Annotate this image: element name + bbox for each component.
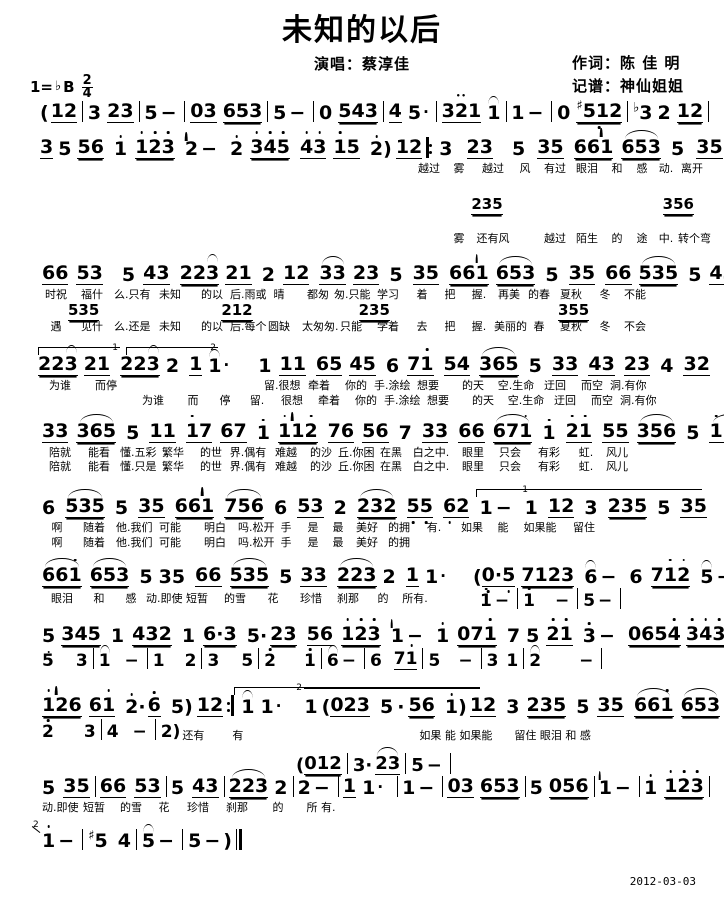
lyric-row-2: 啊随着 他.我们 可能 明白 吗.松开 手是最 美好 的拥 — [51, 535, 411, 549]
repeat-close-icon — [227, 695, 235, 717]
note-row: 33 365 5 11 17 67 1 112 76 56 7 33 66 671 1 21 5… — [16, 413, 724, 443]
lyric-row-1: 为谁 而停 留.很想 牵着 你的 手.涂绘 想要 的天 空.生命 迂回 而空 洞.有你 — [49, 379, 647, 392]
music-system-1: (12 323 5− 03653 5− 0543 45· 3211 1− 0♯5… — [0, 96, 724, 123]
lyric-row-1: 陪就 能看 懂.五彩 繁华 的世 界.偶有 难越 的沙 丘.你困 在黑 白之中. 眼里 只会… — [49, 445, 628, 459]
page-title: 未知的以后 — [282, 13, 442, 48]
volta-1: 1 — [476, 485, 530, 508]
music-system-9: 2 126 61 2 · 6 5) 12 1 1 · 1(023 5 · 56 1) 12 3 23… — [0, 683, 724, 741]
note-row: 3 5 56 1 123 2− 2 345 43 15 2) 12 3 23 5 35 661 6… — [40, 130, 723, 160]
volta-2: 2 — [126, 343, 218, 367]
lyricist-credit: 作词：陈 佳 明 — [571, 54, 681, 72]
note-row-upper: (012 3 · 23 5− — [16, 747, 714, 776]
music-system-10: (012 3 · 23 5− 5 35 66 53 5 43 223 2 2− 1 1 · 1−… — [0, 747, 724, 815]
note-row: 223 21 223 2 1 1 · 1 11 65 45 6 71 54 365 5 33 43… — [38, 347, 710, 377]
volta-extension — [304, 687, 480, 689]
volta-brackets: 2 — [16, 683, 714, 696]
alt-note-row: 235 356 — [471, 194, 694, 215]
final-barline-icon — [235, 829, 242, 851]
repeat-open-icon — [426, 137, 433, 159]
music-system-11: 2 1 − ♯5 4 5− 5−) — [0, 821, 724, 851]
alt-note-row: 535 212 235 355 — [68, 301, 590, 322]
music-system-3: 66 53 5 43 223 21 2 12 33 23 5 35 661 653 5 35 6… — [0, 255, 724, 335]
transcription-date: 2012-03-03 — [629, 875, 696, 888]
time-signature: 2 4 — [81, 74, 93, 102]
volta-brackets: 1 2 — [16, 343, 714, 357]
note-row: 2 1 − ♯5 4 5− 5−) — [16, 821, 714, 851]
volta-1: 1 — [38, 343, 120, 367]
transcriber-credit: 记谱：神仙姐姐 — [571, 77, 684, 96]
lyric-row-1: 动.即使 短暂 的雪 花珍惜 刹那 的 所 有. — [42, 801, 336, 815]
lyric-row-2: 雾还有风 越过 陌生的途中. 转个弯 — [453, 231, 712, 245]
note-row: 5 35 66 53 5 43 223 2 2− 1 1 · 1− 03 653 5 056 1… — [42, 769, 709, 800]
credits-block: 作词：陈 佳 明 记谱：神仙姐姐 — [572, 52, 684, 99]
music-system-7: 661 653 5 35 66 535 5 33 223 2 1 1 · (0·5 7123 6… — [0, 557, 724, 609]
note-row: 126 61 2 · 6 5) 12 1 1 · 1(023 5 · 56 1) 12 3 235 … — [42, 688, 721, 719]
lyric-row-1: 时祝 福什 么.只有 未知 的以 后.雨或 晴都匆 匆.只能 学习着把 握. 再美 的春 夏秋… — [45, 287, 646, 301]
key-signature: 1= ♭ B 2 4 — [30, 73, 93, 102]
music-system-4: 1 2 223 21 223 2 1 1 · 1 11 65 45 6 71 54 365 53… — [0, 343, 724, 408]
note-row: (12 323 5− 03653 5− 0543 45· 3211 1− 0♯5… — [16, 96, 714, 123]
note-row-lower: 53 1− 12 35 21 6− 6 71 5− 31 2− — [16, 645, 714, 671]
music-system-5: 33 365 5 11 17 67 1 112 76 56 7 33 66 671 1 21 5… — [0, 413, 724, 475]
note-row: 661 653 5 35 66 535 5 33 223 2 1 1 · (0·5 7123 6… — [42, 557, 724, 588]
note-row: 6 535 5 35 661 756 6 53 2 232 55 62 1− 1 12 3 23… — [42, 489, 707, 519]
note-row: 66 53 5 43 223 21 2 12 33 23 5 35 661 653 5 35 6… — [16, 255, 724, 285]
lyric-row-2: 遇见什 么.还是 未知 的以 后.每个 圆缺 太匆匆. 只能 学着去把 握. 美丽的春夏秋… — [50, 320, 647, 334]
sheet-music-page: 未知的以后 演唱：蔡淳佳 作词：陈 佳 明 记谱：神仙姐姐 1= ♭ B 2 4 (… — [0, 0, 724, 910]
lyric-row-1: 越过雾越过 风有过 眼泪和感动. 离开 — [418, 162, 703, 175]
key-prefix: 1= — [30, 77, 54, 96]
music-system-8: 5 345 1 432 1 6·3 5 · 23 56 123 1− 1 071 7 5 21 3… — [0, 625, 724, 671]
note-row-lower: 23 4− 2) 还有 有 如果 能 如果能 留住 眼泪 和 感 — [16, 719, 714, 741]
note-row: 5 345 1 432 1 6·3 5 · 23 56 123 1− 1 071 7 5 21 3… — [16, 625, 724, 647]
lyric-row-1: 啊随着 他.我们 可能 明白 吗.松开 手是最 美好 的拥 有. 如果能如果能 留住 — [51, 521, 596, 534]
key-letter: B — [63, 77, 75, 96]
meter-denominator: 4 — [82, 86, 92, 102]
music-system-2: 3 5 56 1 123 2− 2 345 43 15 2) 12 3 23 5 35 661 6… — [0, 130, 724, 246]
lyric-row-2: 陪就 能看 懂.只是 繁华 的世 界.偶有 难越 的沙 丘.你困 在黑 白之中. 眼里 只会… — [49, 460, 628, 474]
lyric-row-2: 为谁而停留. 很想 牵着 你的 手.涂绘 想要 的天 空.生命 迂回 而空 洞.有你 — [142, 393, 657, 407]
music-system-6: 1 6 535 5 35 661 756 6 53 2 232 55 62 1− 1 12 3… — [0, 485, 724, 550]
volta-extension — [530, 489, 702, 491]
